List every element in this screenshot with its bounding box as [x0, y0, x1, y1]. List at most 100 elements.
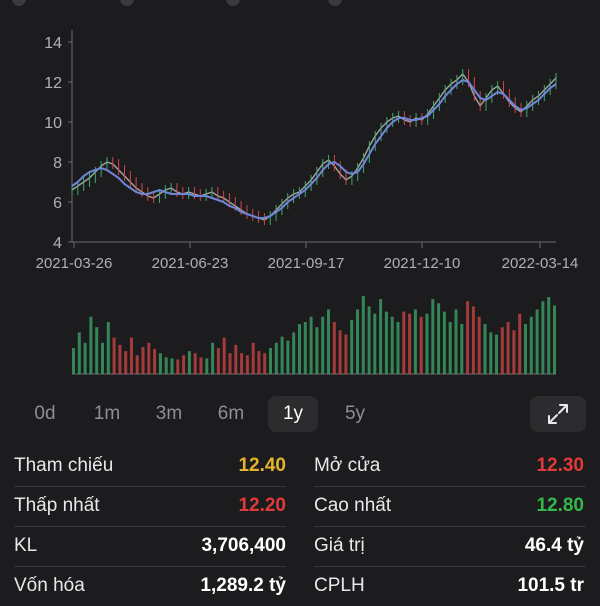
volume-bar: [448, 322, 452, 374]
x-tick-label: 2021-06-23: [152, 255, 229, 272]
volume-bar: [402, 311, 406, 374]
volume-bar: [95, 327, 99, 374]
stat-value: 3,706,400: [201, 535, 286, 556]
volume-bar: [454, 309, 458, 374]
range-button-1m[interactable]: 1m: [82, 396, 132, 432]
volume-bar: [187, 351, 191, 374]
volume-bar: [442, 311, 446, 374]
volume-bar: [361, 296, 365, 374]
volume-bar: [269, 348, 272, 374]
volume-bar: [489, 332, 493, 374]
volume-bar: [524, 324, 527, 374]
range-button-5y[interactable]: 5y: [330, 396, 380, 432]
volume-bar: [541, 301, 545, 374]
stats-row: KL 3,706,400 Giá trị 46.4 tỷ: [0, 526, 600, 566]
volume-bar: [193, 353, 197, 374]
volume-bar: [274, 342, 278, 374]
volume-bar: [106, 322, 110, 374]
volume-bar: [547, 297, 551, 374]
volume-bar: [72, 348, 75, 374]
volume-bar: [309, 316, 313, 374]
volume-bar: [471, 306, 475, 374]
stat-value: 101.5 tr: [517, 575, 584, 596]
volume-bar: [101, 342, 104, 374]
y-tick-label: 14: [44, 35, 62, 52]
volume-bar: [158, 353, 162, 374]
volume-bar: [477, 316, 481, 374]
y-tick-label: 12: [44, 75, 62, 92]
stats-row: Vốn hóa 1,289.2 tỷ CPLH 101.5 tr: [0, 566, 600, 606]
volume-bar: [396, 322, 400, 374]
volume-bar: [413, 309, 417, 374]
volume-bar: [164, 357, 168, 374]
stat-value: 12.40: [238, 455, 286, 476]
volume-bar: [147, 342, 151, 374]
volume-bar: [384, 311, 388, 374]
volume-bar: [124, 351, 128, 374]
range-button-1y[interactable]: 1y: [268, 396, 318, 432]
volume-bar: [483, 324, 487, 374]
volume-bar: [89, 316, 93, 374]
volume-bar: [211, 342, 215, 374]
volume-bar: [234, 344, 238, 374]
range-selector: 0d 1m 3m 6m 1y 5y: [14, 396, 590, 432]
x-axis: 2021-03-26 2021-06-23 2021-09-17 2021-12-10…: [36, 241, 579, 272]
volume-bar: [431, 299, 435, 374]
stats-row: Tham chiếu 12.40 Mở cửa 12.30: [0, 446, 600, 486]
stats-row: Thấp nhất 12.20 Cao nhất 12.80: [0, 486, 600, 526]
volume-bar: [298, 324, 301, 374]
expand-button[interactable]: [530, 396, 586, 432]
volume-bar: [257, 351, 261, 374]
volume-bar: [332, 322, 336, 374]
volume-bar: [356, 309, 359, 374]
volume-bar: [118, 344, 122, 374]
volume-series: [72, 296, 556, 375]
volume-bar: [553, 305, 556, 374]
range-button-0d[interactable]: 0d: [20, 396, 70, 432]
x-tick-label: 2021-09-17: [268, 255, 345, 272]
volume-bar: [263, 353, 267, 374]
price-chart[interactable]: 4 6 8 10 12 14 2021-03-26 2021-06-23 2021-09-17…: [0, 0, 600, 390]
volume-bar: [437, 303, 441, 374]
volume-bar: [425, 313, 429, 374]
volume-bar: [512, 330, 516, 374]
volume-bar: [466, 301, 470, 374]
stat-value: 12.30: [536, 455, 584, 476]
volume-bar: [529, 316, 533, 374]
volume-bar: [303, 322, 307, 374]
volume-bar: [83, 342, 87, 374]
volume-bar: [500, 327, 504, 374]
stat-label: Thấp nhất: [14, 495, 100, 516]
x-tick-label: 2021-12-10: [384, 255, 461, 272]
volume-bar: [327, 309, 330, 374]
expand-arrows-icon: [548, 404, 568, 424]
stat-value: 46.4 tỷ: [524, 535, 584, 556]
volume-bar: [315, 327, 319, 374]
volume-bar: [176, 359, 180, 374]
volume-bar: [373, 313, 377, 374]
stat-label: Vốn hóa: [14, 575, 85, 596]
volume-bar: [205, 358, 209, 374]
y-axis: 4 6 8 10 12 14: [44, 30, 73, 252]
volume-bar: [419, 316, 423, 374]
volume-bar: [135, 355, 139, 374]
range-button-3m[interactable]: 3m: [144, 396, 194, 432]
volume-bar: [240, 353, 244, 374]
volume-bar: [495, 334, 498, 374]
stat-value: 12.80: [536, 495, 584, 516]
range-button-6m[interactable]: 6m: [206, 396, 256, 432]
stat-value: 1,289.2 tỷ: [200, 575, 286, 596]
volume-bar: [286, 340, 290, 374]
volume-bar: [112, 337, 116, 374]
volume-bar: [460, 324, 464, 374]
volume-bar: [141, 347, 145, 374]
volume-bar: [245, 355, 249, 374]
stat-label: KL: [14, 535, 38, 556]
volume-bar: [338, 330, 342, 374]
x-tick-label: 2022-03-14: [502, 255, 579, 272]
y-tick-label: 6: [53, 195, 62, 212]
stat-label: Tham chiếu: [14, 455, 114, 476]
x-tick-label: 2021-03-26: [36, 255, 113, 272]
price-series: [71, 69, 557, 225]
price-line: [71, 72, 557, 221]
